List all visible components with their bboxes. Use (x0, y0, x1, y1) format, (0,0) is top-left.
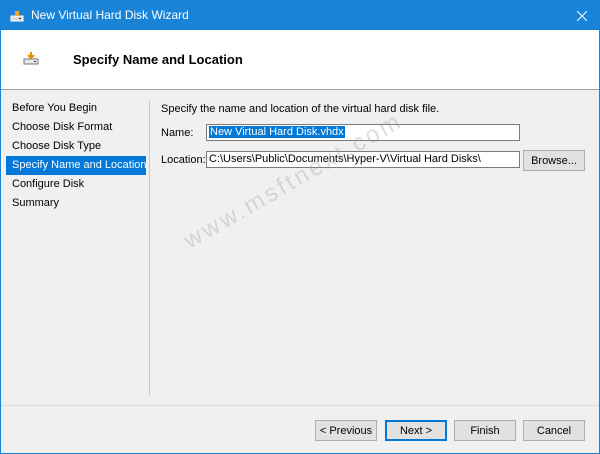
window-title: New Virtual Hard Disk Wizard (31, 8, 189, 22)
hard-disk-icon (9, 8, 25, 24)
page-title: Specify Name and Location (73, 52, 243, 67)
footer-divider (1, 405, 599, 406)
wizard-window: New Virtual Hard Disk Wizard Specify Nam… (0, 0, 600, 454)
name-label: Name: (161, 127, 194, 139)
wizard-header: Specify Name and Location (1, 30, 599, 90)
hard-disk-icon (23, 50, 39, 66)
previous-button[interactable]: < Previous (315, 420, 377, 441)
location-label: Location: (161, 154, 206, 166)
step-summary[interactable]: Summary (6, 194, 146, 213)
step-choose-disk-format[interactable]: Choose Disk Format (6, 118, 146, 137)
step-before-you-begin[interactable]: Before You Begin (6, 99, 146, 118)
step-configure-disk[interactable]: Configure Disk (6, 175, 146, 194)
step-specify-name-and-location[interactable]: Specify Name and Location (6, 156, 147, 175)
step-choose-disk-type[interactable]: Choose Disk Type (6, 137, 146, 156)
cancel-button[interactable]: Cancel (523, 420, 585, 441)
next-button[interactable]: Next > (385, 420, 447, 441)
title-bar[interactable]: New Virtual Hard Disk Wizard (1, 1, 599, 30)
name-input-value: New Virtual Hard Disk.vhdx (209, 126, 345, 138)
browse-button[interactable]: Browse... (523, 150, 585, 171)
finish-button[interactable]: Finish (454, 420, 516, 441)
close-icon[interactable] (565, 1, 599, 30)
panel-divider (149, 100, 150, 396)
wizard-step-list: Before You Begin Choose Disk Format Choo… (6, 99, 147, 213)
